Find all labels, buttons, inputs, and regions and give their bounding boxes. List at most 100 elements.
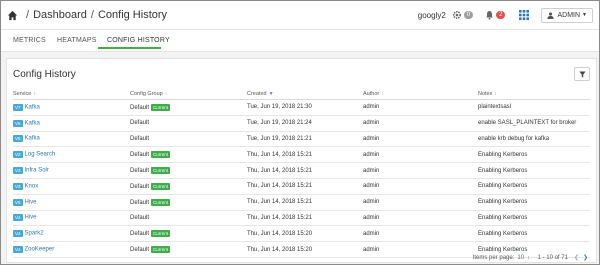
tab-bar: METRICS HEATMAPS CONFIG HISTORY [1, 30, 599, 52]
service-link[interactable]: Hive [25, 215, 37, 221]
created-cell: Tue, Jun 19, 2018 21:21 [247, 131, 363, 148]
config-group-value: Default [130, 214, 150, 221]
version-badge[interactable]: V3 [13, 182, 23, 190]
version-badge[interactable]: V6 [13, 119, 23, 127]
service-cell: V3 Knox [13, 178, 130, 195]
service-cell: V5 Kafka [13, 131, 130, 148]
tab-heatmaps[interactable]: HEATMAPS [57, 37, 97, 44]
service-link[interactable]: Hive [25, 199, 37, 205]
current-badge: Current [151, 198, 171, 206]
column-header-label: Created [247, 90, 267, 97]
alerts-count-badge[interactable]: 2 [496, 11, 506, 19]
cluster-name: googly2 [417, 10, 446, 20]
column-header-notes[interactable]: Notes ↕ [478, 88, 590, 100]
app-window: / Dashboard / Config History googly2 0 2… [0, 0, 600, 265]
config-history-table: Service ↕ Config Group ↕ Created ▼ Author ↕ … [13, 88, 590, 258]
current-badge: Current [151, 103, 171, 111]
tab-metrics[interactable]: METRICS [13, 37, 46, 44]
notes-cell: Enabling Kerberos [478, 178, 590, 195]
config-group-cell: Default Current [130, 194, 247, 211]
sort-icon: ↕ [33, 90, 36, 97]
filter-icon [578, 70, 586, 78]
config-group-value: Default [130, 152, 150, 159]
column-header-config-group[interactable]: Config Group ↕ [130, 88, 247, 100]
table-row: V5 Kafka Default Tue, Jun 19, 2018 21:21 adm… [13, 131, 590, 148]
service-link[interactable]: Infra Solr [25, 168, 49, 174]
config-group-cell: Default [130, 210, 247, 227]
version-badge[interactable]: V5 [13, 198, 23, 206]
column-header-created[interactable]: Created ▼ [247, 88, 363, 100]
breadcrumb-separator: / [26, 9, 30, 21]
service-link[interactable]: Spark2 [25, 231, 44, 237]
created-cell: Thu, Jun 14, 2018 15:21 [247, 162, 363, 179]
notes-cell: Enabling Kerberos [478, 225, 590, 243]
version-badge[interactable]: V2 [13, 151, 23, 159]
version-badge[interactable]: V4 [13, 246, 23, 254]
version-badge[interactable]: V4 [13, 230, 23, 238]
author-cell: admin [363, 131, 478, 148]
version-badge[interactable]: V7 [13, 103, 23, 111]
breadcrumb-dashboard-link[interactable]: Dashboard [33, 9, 87, 21]
config-group-cell: Default Current [130, 162, 247, 179]
author-cell: admin [363, 225, 478, 243]
sort-icon: ↕ [164, 90, 168, 97]
service-link[interactable]: Knox [25, 183, 39, 189]
breadcrumb-current-page: Config History [97, 9, 168, 21]
current-badge: Current [151, 167, 171, 175]
panel-title: Config History [13, 69, 76, 80]
service-link[interactable]: ZooKeeper [25, 247, 55, 253]
prev-page-icon[interactable]: ❮ [574, 254, 579, 261]
version-badge[interactable]: V5 [13, 135, 23, 143]
top-bar: / Dashboard / Config History googly2 0 2… [1, 1, 599, 30]
apps-grid-icon[interactable] [519, 10, 530, 20]
chevron-updown-icon: ↕ [527, 254, 530, 261]
user-menu-label: ADMIN [557, 11, 581, 19]
bell-icon[interactable] [485, 10, 494, 20]
author-cell: admin [363, 178, 478, 195]
version-badge[interactable]: V4 [13, 214, 23, 222]
service-link[interactable]: Kafka [25, 136, 40, 142]
column-header-service[interactable]: Service ↕ [13, 88, 130, 100]
gear-icon[interactable] [452, 10, 462, 20]
table-row: V3 Infra Solr Default Current Thu, Jun 14, 2… [13, 162, 590, 179]
table-row: V4 Hive Default Thu, Jun 14, 2018 15:21 admi… [13, 210, 590, 227]
service-link[interactable]: Kafka [25, 120, 40, 126]
user-menu-button[interactable]: ADMIN ▼ [541, 7, 593, 23]
config-group-cell: Default [130, 131, 247, 148]
breadcrumb-separator: / [90, 9, 94, 21]
current-badge: Current [151, 151, 171, 159]
next-page-icon[interactable]: ❯ [583, 254, 588, 261]
sort-icon: ↕ [381, 90, 384, 97]
filter-button[interactable] [574, 67, 590, 81]
created-cell: Thu, Jun 14, 2018 15:21 [247, 178, 363, 195]
created-cell: Thu, Jun 14, 2018 15:21 [247, 194, 363, 211]
config-group-cell: Default Current [130, 146, 247, 164]
notes-cell: enable krb debug for kafka [478, 131, 590, 148]
author-cell: admin [363, 194, 478, 211]
config-group-value: Default [130, 135, 150, 142]
notes-cell: plaintextsasl [478, 99, 590, 116]
tab-config-history[interactable]: CONFIG HISTORY [107, 37, 170, 44]
table-row: V3 Knox Default Current Thu, Jun 14, 2018 15… [13, 178, 590, 195]
config-group-cell: Default Current [130, 99, 247, 116]
notes-cell: enable SASL_PLAINTEXT for broker [478, 115, 590, 132]
items-per-page-select[interactable]: 10 [517, 255, 524, 261]
service-link[interactable]: Log Search [25, 152, 56, 158]
ops-count-badge[interactable]: 0 [463, 11, 474, 19]
active-tab-indicator [98, 47, 161, 49]
table-row: V5 Hive Default Current Thu, Jun 14, 2018 15… [13, 194, 590, 211]
home-icon[interactable] [7, 10, 18, 21]
notes-cell: Enabling Kerberos [478, 162, 590, 179]
service-link[interactable]: Kafka [25, 104, 40, 110]
config-group-cell: Default Current [130, 225, 247, 243]
service-cell: V6 Kafka [13, 115, 130, 132]
created-cell: Tue, Jun 19, 2018 21:24 [247, 115, 363, 132]
table-row: V7 Kafka Default Current Tue, Jun 19, 2018 2… [13, 99, 590, 116]
column-header-author[interactable]: Author ↕ [363, 88, 478, 100]
content-area: Config History Service ↕ Config Group ↕ Cr… [1, 52, 599, 264]
chevron-down-icon: ▼ [582, 12, 587, 18]
version-badge[interactable]: V3 [13, 167, 23, 175]
created-cell: Thu, Jun 14, 2018 15:21 [247, 210, 363, 227]
created-cell: Tue, Jun 19, 2018 21:30 [247, 99, 363, 116]
user-icon [547, 11, 555, 19]
